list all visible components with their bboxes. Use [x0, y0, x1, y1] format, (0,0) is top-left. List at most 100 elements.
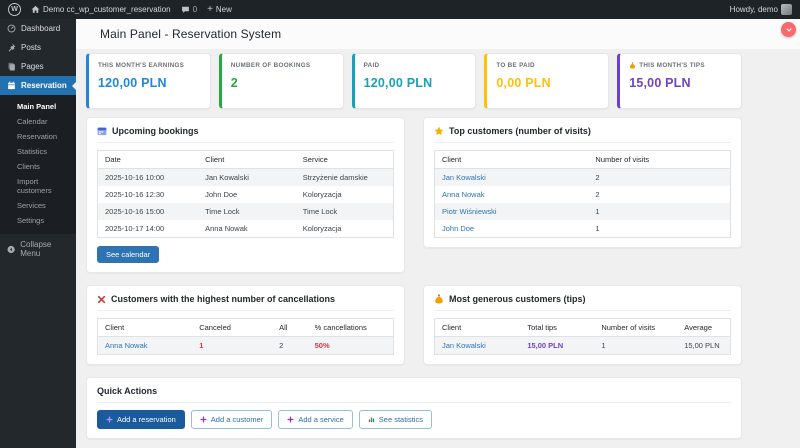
howdy-label: Howdy, demo: [730, 5, 778, 14]
reservation-submenu: Main Panel Calendar Reservation Statisti…: [0, 95, 76, 234]
column-header: Client: [98, 319, 193, 337]
stat-value: 0,00 PLN: [496, 76, 599, 90]
table-row: Jan Kowalski 15,00 PLN 1 15,00 PLN: [435, 337, 731, 355]
moneybag-icon: [434, 294, 444, 304]
home-icon: [31, 5, 40, 14]
stat-label: TO BE PAID: [496, 62, 599, 70]
sidebar-item-dashboard[interactable]: Dashboard: [0, 19, 76, 38]
column-header: Canceled: [192, 319, 272, 337]
see-calendar-button[interactable]: See calendar: [97, 246, 159, 263]
generous-customers-table: Client Total tips Number of visits Avera…: [434, 318, 731, 355]
sidebar-item-calendar[interactable]: Calendar: [0, 114, 76, 129]
add-reservation-button[interactable]: Add a reservation: [97, 410, 185, 429]
cancellations-table: Client Canceled All % cancellations Anna…: [97, 318, 394, 355]
site-name: Demo cc_wp_customer_reservation: [43, 5, 171, 14]
sidebar-item-import-customers[interactable]: Import customers: [0, 174, 76, 198]
wp-logo-menu[interactable]: W: [8, 3, 21, 16]
client-link[interactable]: Anna Nowak: [442, 190, 485, 199]
sidebar-item-label: Pages: [21, 62, 44, 71]
stat-card-paid: PAID 120,00 PLN: [352, 53, 477, 109]
sidebar-item-statistics[interactable]: Statistics: [0, 144, 76, 159]
column-header: Client: [435, 319, 521, 337]
avatar: [781, 4, 792, 15]
comment-icon: [181, 5, 190, 14]
canceled-count: 1: [199, 341, 203, 350]
calendar-icon: [7, 81, 16, 90]
page-header: Main Panel - Reservation System: [76, 19, 800, 49]
page-title: Main Panel - Reservation System: [100, 27, 776, 41]
floating-action-button[interactable]: [781, 22, 796, 37]
client-link[interactable]: Jan Kowalski: [442, 341, 486, 350]
panel-title: Upcoming bookings: [97, 126, 394, 143]
column-header: Number of visits: [588, 151, 730, 169]
client-link[interactable]: Piotr Wiśniewski: [442, 207, 497, 216]
stat-label: PAID: [364, 62, 467, 70]
table-row: Piotr Wiśniewski 1: [435, 203, 731, 220]
stat-value: 2: [231, 76, 334, 90]
cancellation-percent: 50%: [315, 341, 330, 350]
top-customers-table: Client Number of visits Jan Kowalski 2 A…: [434, 150, 731, 238]
table-row: Jan Kowalski 2: [435, 169, 731, 187]
plus-icon: +: [207, 5, 213, 15]
collapse-menu-button[interactable]: Collapse Menu: [0, 234, 76, 264]
stat-label: THIS MONTH'S EARNINGS: [98, 62, 201, 70]
column-header: Number of visits: [594, 319, 677, 337]
stat-card-tips: THIS MONTH'S TIPS 15,00 PLN: [617, 53, 742, 109]
client-link[interactable]: John Doe: [442, 224, 474, 233]
table-row: Anna Nowak 1 2 50%: [98, 337, 394, 355]
chart-icon: [368, 416, 375, 423]
sidebar-item-reservation[interactable]: Reservation: [0, 76, 76, 95]
add-customer-button[interactable]: Add a customer: [191, 410, 273, 429]
sidebar-item-settings[interactable]: Settings: [0, 213, 76, 228]
star-icon: [434, 126, 444, 136]
total-tips: 15,00 PLN: [527, 341, 563, 350]
table-row: 2025-10-17 14:00 Anna Nowak Koloryzacja: [98, 220, 394, 238]
howdy-menu[interactable]: Howdy, demo: [730, 4, 792, 15]
x-icon: [97, 295, 106, 304]
client-link[interactable]: Jan Kowalski: [442, 173, 486, 182]
panel-title: Top customers (number of visits): [434, 126, 731, 143]
plus-icon: [106, 416, 113, 423]
column-header: % cancellations: [308, 319, 394, 337]
pages-icon: [7, 62, 16, 71]
admin-sidebar: Dashboard Posts Pages Reservation Main P…: [0, 19, 76, 448]
client-link[interactable]: Anna Nowak: [105, 341, 148, 350]
stat-label: NUMBER OF BOOKINGS: [231, 62, 334, 70]
panel-title: Most generous customers (tips): [434, 294, 731, 311]
panel-top-customers: Top customers (number of visits) Client …: [423, 117, 742, 248]
stat-value: 120,00 PLN: [98, 76, 201, 90]
stat-value: 15,00 PLN: [629, 76, 732, 90]
column-header: Total tips: [520, 319, 594, 337]
sidebar-item-reservation-sub[interactable]: Reservation: [0, 129, 76, 144]
sidebar-item-pages[interactable]: Pages: [0, 57, 76, 76]
sidebar-item-label: Reservation: [21, 81, 67, 90]
table-row: 2025-10-16 15:00 Time Lock Time Lock: [98, 203, 394, 220]
sidebar-item-services[interactable]: Services: [0, 198, 76, 213]
table-row: John Doe 1: [435, 220, 731, 238]
moneybag-icon: [629, 62, 636, 69]
table-row: Anna Nowak 2: [435, 186, 731, 203]
column-header: All: [272, 319, 308, 337]
comments-menu[interactable]: 0: [181, 5, 197, 14]
sidebar-item-posts[interactable]: Posts: [0, 38, 76, 57]
new-menu[interactable]: + New: [207, 5, 232, 15]
sidebar-item-main-panel[interactable]: Main Panel: [0, 99, 76, 114]
chevron-down-icon: [785, 26, 793, 34]
new-label: New: [216, 5, 232, 14]
column-header: Date: [98, 151, 199, 169]
main-content: Main Panel - Reservation System THIS MON…: [76, 19, 800, 448]
site-menu[interactable]: Demo cc_wp_customer_reservation: [31, 5, 171, 14]
wordpress-logo-icon: W: [8, 3, 21, 16]
panel-upcoming-bookings: Upcoming bookings Date Client Service 20…: [86, 117, 405, 273]
stat-card-earnings: THIS MONTH'S EARNINGS 120,00 PLN: [86, 53, 211, 109]
plus-icon: [200, 416, 207, 423]
sidebar-item-clients[interactable]: Clients: [0, 159, 76, 174]
see-statistics-button[interactable]: See statistics: [359, 410, 432, 429]
panel-title: Customers with the highest number of can…: [97, 294, 394, 311]
collapse-arrow-icon: [7, 245, 15, 254]
add-service-button[interactable]: Add a service: [278, 410, 352, 429]
column-header: Client: [435, 151, 589, 169]
pin-icon: [7, 43, 16, 52]
table-row: 2025-10-16 12:30 John Doe Koloryzacja: [98, 186, 394, 203]
comments-count: 0: [193, 5, 197, 14]
